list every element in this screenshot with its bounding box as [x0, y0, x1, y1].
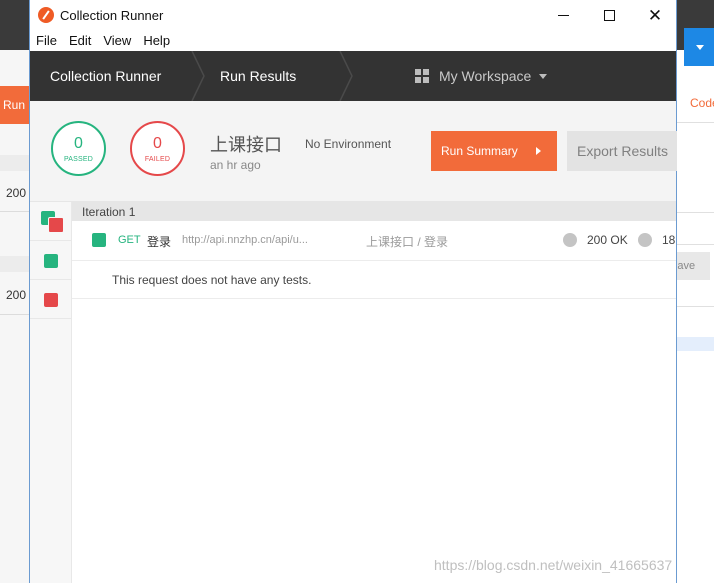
request-status-icon — [92, 233, 106, 247]
request-name: 登录 — [147, 235, 172, 249]
iteration-failed-filter[interactable] — [30, 280, 71, 319]
background-divider — [676, 212, 714, 213]
failed-square-icon — [44, 293, 58, 307]
workspace-grid-icon — [415, 69, 429, 83]
run-summary-button[interactable]: Run Summary — [431, 131, 557, 171]
minimize-icon — [557, 15, 569, 16]
workspace-selector[interactable]: My Workspace — [415, 51, 548, 101]
breadcrumb-run-results[interactable]: Run Results — [220, 51, 296, 101]
background-send-dropdown[interactable] — [684, 28, 714, 66]
run-summary-panel: 0 PASSED 0 FAILED 上课接口 No Environment an… — [30, 101, 677, 202]
request-method: GET — [118, 234, 141, 246]
environment-name: No Environment — [305, 137, 392, 151]
iteration-passed-filter[interactable] — [30, 241, 71, 280]
menu-edit[interactable]: Edit — [63, 31, 97, 51]
workspace-name: My Workspace — [439, 68, 532, 84]
request-row[interactable]: GET 登录 http://api.nnzhp.cn/api/u... 上课接口… — [72, 221, 676, 261]
time-dot-icon — [638, 233, 652, 247]
passed-square-icon — [44, 254, 58, 268]
test-results-row: This request does not have any tests. — [72, 261, 676, 299]
failed-count: 0 — [153, 135, 162, 152]
breadcrumb-chevron-icon — [338, 51, 358, 101]
menu-help[interactable]: Help — [137, 31, 176, 51]
background-code-link[interactable]: Code — [690, 96, 714, 110]
passed-count: 0 — [74, 135, 83, 152]
breadcrumb-chevron-icon — [190, 51, 210, 101]
no-tests-message: This request does not have any tests. — [112, 273, 312, 287]
background-topbar — [0, 0, 30, 50]
response-time: 18 — [662, 233, 676, 247]
chevron-down-icon — [539, 73, 548, 79]
background-row — [0, 155, 30, 171]
collection-name: 上课接口 — [210, 135, 282, 155]
background-row — [0, 256, 30, 272]
passed-label: PASSED — [63, 156, 94, 163]
breadcrumb-collection-runner[interactable]: Collection Runner — [50, 51, 161, 101]
close-button[interactable]: ✕ — [632, 0, 678, 31]
maximize-button[interactable] — [586, 0, 632, 31]
request-path: 上课接口 / 登录 — [366, 235, 449, 249]
caret-right-icon — [536, 147, 541, 155]
background-highlight — [676, 337, 714, 351]
background-divider — [676, 122, 714, 123]
iteration-label: Iteration 1 — [82, 205, 136, 219]
maximize-icon — [603, 10, 615, 21]
status-dot-icon — [563, 233, 577, 247]
run-summary-label: Run Summary — [441, 144, 518, 158]
export-results-button[interactable]: Export Results — [567, 131, 677, 171]
background-run-button[interactable]: Run — [0, 86, 30, 124]
watermark: https://blog.csdn.net/weixin_41665637 — [434, 557, 673, 573]
failed-label: FAILED — [144, 156, 171, 163]
background-status-code: 200 — [6, 288, 27, 302]
window-title: Collection Runner — [60, 8, 164, 23]
collection-runner-window: Collection Runner ✕ File Edit View Help … — [29, 0, 677, 583]
background-divider — [0, 211, 30, 212]
menu-view[interactable]: View — [97, 31, 137, 51]
background-divider — [0, 314, 30, 315]
postman-logo-icon — [38, 7, 54, 23]
failed-counter: 0 FAILED — [130, 121, 185, 176]
background-right-panel — [676, 50, 714, 583]
menu-bar: File Edit View Help — [30, 31, 676, 51]
passed-counter: 0 PASSED — [51, 121, 106, 176]
close-icon: ✕ — [647, 5, 663, 25]
run-timestamp: an hr ago — [210, 158, 261, 172]
minimize-button[interactable] — [540, 0, 586, 31]
background-divider — [676, 244, 714, 245]
title-bar[interactable]: Collection Runner ✕ — [30, 0, 676, 31]
menu-file[interactable]: File — [30, 31, 63, 51]
failed-square-icon — [48, 217, 64, 233]
background-status-code: 200 — [6, 186, 27, 200]
response-status: 200 OK — [587, 233, 628, 247]
iteration-sidebar — [30, 202, 72, 583]
background-divider — [676, 306, 714, 307]
background-left-panel — [0, 50, 30, 583]
background-save-button[interactable]: Save — [676, 252, 710, 280]
nav-bar: Collection Runner Run Results My Workspa… — [30, 51, 676, 101]
iteration-header: Iteration 1 — [72, 202, 676, 221]
iteration-all-filter[interactable] — [30, 202, 71, 241]
request-url: http://api.nnzhp.cn/api/u... — [182, 234, 308, 246]
